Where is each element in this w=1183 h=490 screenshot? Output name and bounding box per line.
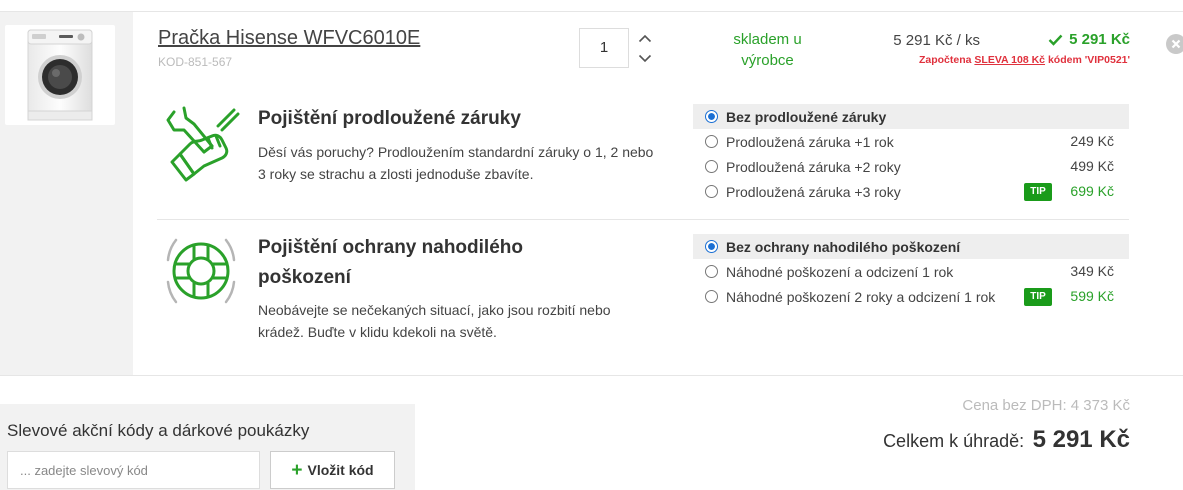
washing-machine-icon (27, 29, 93, 121)
radio-icon[interactable] (705, 265, 718, 278)
warranty-title: Pojištění prodloužené záruky (258, 108, 521, 129)
unit-price: 5 291 Kč / ks (893, 32, 980, 49)
apply-coupon-label: Vložit kód (307, 462, 374, 478)
cart-divider (0, 375, 1183, 376)
option-price: 349 Kč (1070, 263, 1114, 279)
lifebuoy-icon (160, 230, 242, 312)
radio-icon[interactable] (705, 185, 718, 198)
quantity-input[interactable]: 1 (579, 28, 629, 68)
discount-prefix: Započtena (918, 54, 972, 66)
damage-options: Bez ochrany nahodilého poškození Náhodné… (693, 234, 1129, 309)
chevron-down-icon (638, 54, 652, 62)
option-price: 599 Kč (1070, 288, 1114, 304)
warranty-option-1y[interactable]: Prodloužená záruka +1 rok 249 Kč (693, 129, 1129, 154)
option-label: Náhodné poškození a odcizení 1 rok (726, 263, 954, 280)
option-label: Prodloužená záruka +1 rok (726, 133, 894, 150)
radio-icon[interactable] (705, 160, 718, 173)
grand-total-value: 5 291 Kč (1032, 426, 1130, 453)
line-total-value: 5 291 Kč (1069, 31, 1130, 48)
product-code: KOD-851-567 (158, 55, 233, 69)
option-label: Prodloužená záruka +3 roky (726, 183, 901, 200)
tip-badge: TIP (1024, 288, 1052, 306)
radio-selected-icon[interactable] (705, 110, 718, 123)
damage-title: Pojištění ochrany nahodilého poškození (258, 237, 523, 288)
product-name-link[interactable]: Pračka Hisense WFVC6010E (158, 27, 420, 50)
radio-icon[interactable] (705, 135, 718, 148)
option-label: Bez prodloužené záruky (726, 108, 887, 125)
option-price: 249 Kč (1070, 133, 1114, 149)
plus-icon: + (291, 459, 303, 481)
grand-total: Celkem k úhradě: 5 291 Kč (883, 426, 1130, 454)
damage-option-none[interactable]: Bez ochrany nahodilého poškození (693, 234, 1129, 259)
check-icon (1048, 34, 1063, 46)
discount-note: Započtena SLEVA 108 Kč kódem 'VIP0521' (860, 54, 1130, 66)
warranty-option-3y[interactable]: Prodloužená záruka +3 roky TIP 699 Kč (693, 179, 1129, 204)
option-price: 699 Kč (1070, 183, 1114, 199)
radio-selected-icon[interactable] (705, 240, 718, 253)
warranty-description: Děsí vás poruchy? Prodloužením standardn… (258, 144, 654, 182)
wrench-hand-icon (160, 100, 242, 182)
warranty-option-2y[interactable]: Prodloužená záruka +2 roky 499 Kč (693, 154, 1129, 179)
radio-icon[interactable] (705, 290, 718, 303)
damage-option-2y[interactable]: Náhodné poškození 2 roky a odcizení 1 ro… (693, 284, 1129, 309)
grand-total-label: Celkem k úhradě: (883, 431, 1025, 451)
insurance-divider (157, 219, 1129, 220)
line-total: 5 291 Kč (1030, 31, 1130, 48)
discount-suffix: kódem 'VIP0521' (1047, 54, 1130, 66)
top-divider (0, 11, 1183, 12)
warranty-option-none[interactable]: Bez prodloužené záruky (693, 104, 1129, 129)
stock-status-line1: skladem u (733, 31, 802, 48)
stock-status: skladem u výrobce (730, 29, 805, 71)
stock-status-line2: výrobce (741, 52, 794, 69)
quantity-increase-button[interactable] (636, 31, 654, 45)
damage-description: Neobávejte se nečekaných situací, jako j… (258, 302, 611, 340)
coupon-input[interactable] (7, 451, 260, 489)
chevron-up-icon (638, 34, 652, 42)
vat-label: Cena bez DPH: (962, 397, 1067, 414)
product-thumbnail[interactable] (5, 25, 115, 125)
quantity-decrease-button[interactable] (636, 51, 654, 65)
coupon-label: Slevové akční kódy a dárkové poukázky (7, 421, 310, 440)
remove-item-button[interactable] (1166, 34, 1183, 54)
damage-option-1y[interactable]: Náhodné poškození a odcizení 1 rok 349 K… (693, 259, 1129, 284)
vat-value: 4 373 Kč (1070, 397, 1130, 414)
option-label: Prodloužená záruka +2 roky (726, 158, 901, 175)
tip-badge: TIP (1024, 183, 1052, 201)
price-without-vat: Cena bez DPH: 4 373 Kč (962, 397, 1130, 414)
discount-link[interactable]: SLEVA 108 Kč (974, 54, 1045, 66)
warranty-options: Bez prodloužené záruky Prodloužená záruk… (693, 104, 1129, 204)
option-price: 499 Kč (1070, 158, 1114, 174)
option-label: Bez ochrany nahodilého poškození (726, 238, 961, 255)
apply-coupon-button[interactable]: + Vložit kód (270, 451, 395, 489)
option-label: Náhodné poškození 2 roky a odcizení 1 ro… (726, 288, 996, 305)
close-icon (1171, 39, 1181, 49)
